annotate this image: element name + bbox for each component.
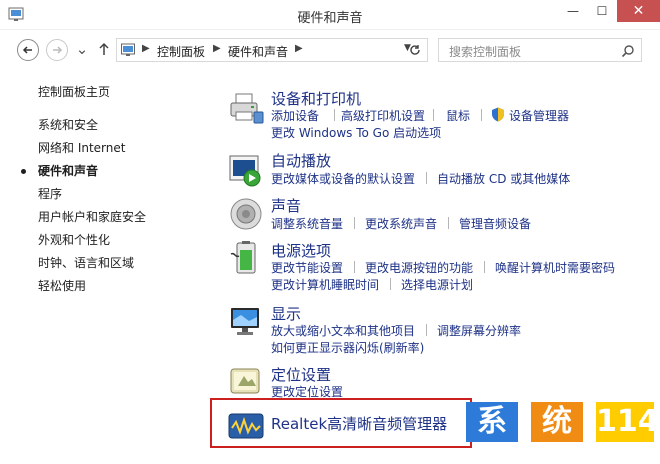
sidebar-item-system-security[interactable]: 系统和安全 xyxy=(38,116,98,133)
sidebar: 控制面板主页 系统和安全 网络和 Internet 硬件和声音 程序 用户帐户和… xyxy=(0,68,200,464)
link-change-power-saving[interactable]: 更改节能设置 xyxy=(271,259,343,276)
category-title-realtek[interactable]: Realtek高清晰音频管理器 xyxy=(271,413,447,434)
title-bar: 硬件和声音 — ☐ ✕ xyxy=(0,0,660,30)
link-separator xyxy=(426,172,427,184)
minimize-button[interactable]: — xyxy=(559,0,587,22)
link-manage-audio-devices[interactable]: 管理音频设备 xyxy=(459,215,531,232)
category-title-power-options[interactable]: 电源选项 xyxy=(271,240,331,261)
link-advanced-printer-setup[interactable]: 高级打印机设置 xyxy=(341,107,425,124)
sidebar-item-clock-language[interactable]: 时钟、语言和区域 xyxy=(38,254,134,271)
category-title-autoplay[interactable]: 自动播放 xyxy=(271,150,331,171)
category-title-devices-printers[interactable]: 设备和打印机 xyxy=(271,88,361,109)
maximize-button[interactable]: ☐ xyxy=(588,0,616,22)
speaker-icon[interactable] xyxy=(228,196,264,232)
sidebar-item-home[interactable]: 控制面板主页 xyxy=(38,83,110,100)
link-add-device[interactable]: 添加设备 xyxy=(271,107,319,124)
breadcrumb-separator-icon: ▶ xyxy=(295,43,303,54)
link-separator xyxy=(354,261,355,273)
link-windows-to-go[interactable]: 更改 Windows To Go 启动选项 xyxy=(271,124,441,141)
watermark-number: 114 xyxy=(596,402,659,442)
address-bar[interactable]: ▶ 控制面板 ▶ 硬件和声音 ▶ ▼ xyxy=(116,38,428,62)
link-monitor-flicker[interactable]: 如何更正显示器闪烁(刷新率) xyxy=(271,339,424,356)
watermark-char-2: 统 xyxy=(531,402,583,442)
close-button[interactable]: ✕ xyxy=(617,0,660,22)
monitor-icon[interactable] xyxy=(228,304,264,340)
search-icon[interactable] xyxy=(621,44,635,58)
link-change-system-sounds[interactable]: 更改系统声音 xyxy=(365,215,437,232)
breadcrumb-separator-icon: ▶ xyxy=(213,43,221,54)
up-button[interactable] xyxy=(96,40,112,58)
link-separator xyxy=(426,324,427,336)
link-autoplay-cd[interactable]: 自动播放 CD 或其他媒体 xyxy=(437,170,570,187)
forward-button[interactable] xyxy=(46,39,68,61)
link-adjust-resolution[interactable]: 调整屏幕分辨率 xyxy=(437,322,521,339)
recent-locations-dropdown[interactable]: ⌄ xyxy=(75,40,89,58)
link-power-button-function[interactable]: 更改电源按钮的功能 xyxy=(365,259,473,276)
category-title-display[interactable]: 显示 xyxy=(271,303,301,324)
link-device-manager[interactable]: 设备管理器 xyxy=(509,107,569,124)
realtek-audio-icon[interactable] xyxy=(228,412,264,440)
link-change-sleep-time[interactable]: 更改计算机睡眠时间 xyxy=(271,276,379,293)
breadcrumb-control-panel[interactable]: 控制面板 xyxy=(157,43,205,60)
navigation-bar: ⌄ ▶ 控制面板 ▶ 硬件和声音 ▶ ▼ 搜索控制面板 xyxy=(0,30,660,68)
search-input[interactable]: 搜索控制面板 xyxy=(449,43,521,60)
forward-arrow-icon xyxy=(53,46,63,54)
category-title-sound[interactable]: 声音 xyxy=(271,195,301,216)
link-separator xyxy=(481,109,482,121)
link-separator xyxy=(334,109,335,121)
category-title-location-settings[interactable]: 定位设置 xyxy=(271,364,331,385)
link-separator xyxy=(390,278,391,290)
breadcrumb-hardware-and-sound[interactable]: 硬件和声音 xyxy=(228,43,288,60)
location-icon[interactable] xyxy=(228,364,264,400)
control-panel-icon xyxy=(121,43,135,56)
link-require-password-on-wake[interactable]: 唤醒计算机时需要密码 xyxy=(495,259,615,276)
sidebar-item-network[interactable]: 网络和 Internet xyxy=(38,139,125,156)
link-choose-power-plan[interactable]: 选择电源计划 xyxy=(401,276,473,293)
sidebar-item-programs[interactable]: 程序 xyxy=(38,185,62,202)
refresh-icon xyxy=(410,45,420,55)
back-arrow-icon xyxy=(22,46,32,54)
up-arrow-icon xyxy=(99,42,109,55)
sidebar-item-hardware-sound[interactable]: 硬件和声音 xyxy=(38,162,98,179)
back-button[interactable] xyxy=(17,39,39,61)
watermark-char-1: 系 xyxy=(466,402,518,442)
link-adjust-volume[interactable]: 调整系统音量 xyxy=(271,215,343,232)
printer-icon[interactable] xyxy=(228,90,264,126)
link-separator xyxy=(448,217,449,229)
autoplay-icon[interactable] xyxy=(228,152,264,188)
link-mouse[interactable]: 鼠标 xyxy=(446,107,470,124)
sidebar-item-user-accounts[interactable]: 用户帐户和家庭安全 xyxy=(38,208,146,225)
link-separator xyxy=(433,109,434,121)
sidebar-item-ease-of-access[interactable]: 轻松使用 xyxy=(38,277,86,294)
battery-icon[interactable] xyxy=(228,240,264,276)
link-resize-text[interactable]: 放大或缩小文本和其他项目 xyxy=(271,322,415,339)
sidebar-item-appearance[interactable]: 外观和个性化 xyxy=(38,231,110,248)
search-box[interactable]: 搜索控制面板 xyxy=(438,38,642,62)
link-separator xyxy=(354,217,355,229)
link-change-media-defaults[interactable]: 更改媒体或设备的默认设置 xyxy=(271,170,415,187)
breadcrumb-separator-icon: ▶ xyxy=(142,43,150,54)
link-separator xyxy=(484,261,485,273)
refresh-button[interactable] xyxy=(403,38,428,62)
active-item-bullet xyxy=(21,169,26,174)
shield-icon xyxy=(492,107,504,122)
